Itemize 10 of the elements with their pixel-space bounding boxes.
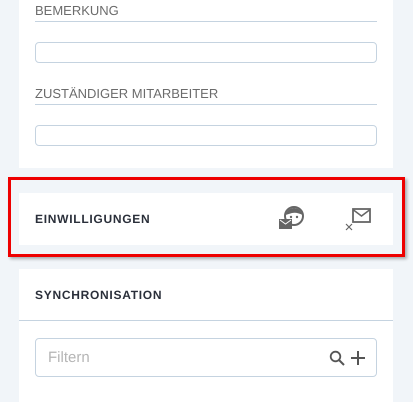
field-label: BEMERKUNG	[35, 4, 119, 17]
section-title: EINWILLIGUNGEN	[35, 211, 150, 228]
add-icon[interactable]	[351, 350, 365, 364]
section-title: SYNCHRONISATION	[35, 286, 162, 304]
field-label: ZUSTÄNDIGER MITARBEITER	[35, 86, 218, 100]
envelope-cross-icon[interactable]	[344, 206, 372, 232]
input-field[interactable]	[35, 124, 377, 146]
filter-field[interactable]: Filtern	[35, 338, 377, 377]
search-icon[interactable]	[329, 350, 345, 366]
input-field[interactable]	[35, 42, 377, 63]
